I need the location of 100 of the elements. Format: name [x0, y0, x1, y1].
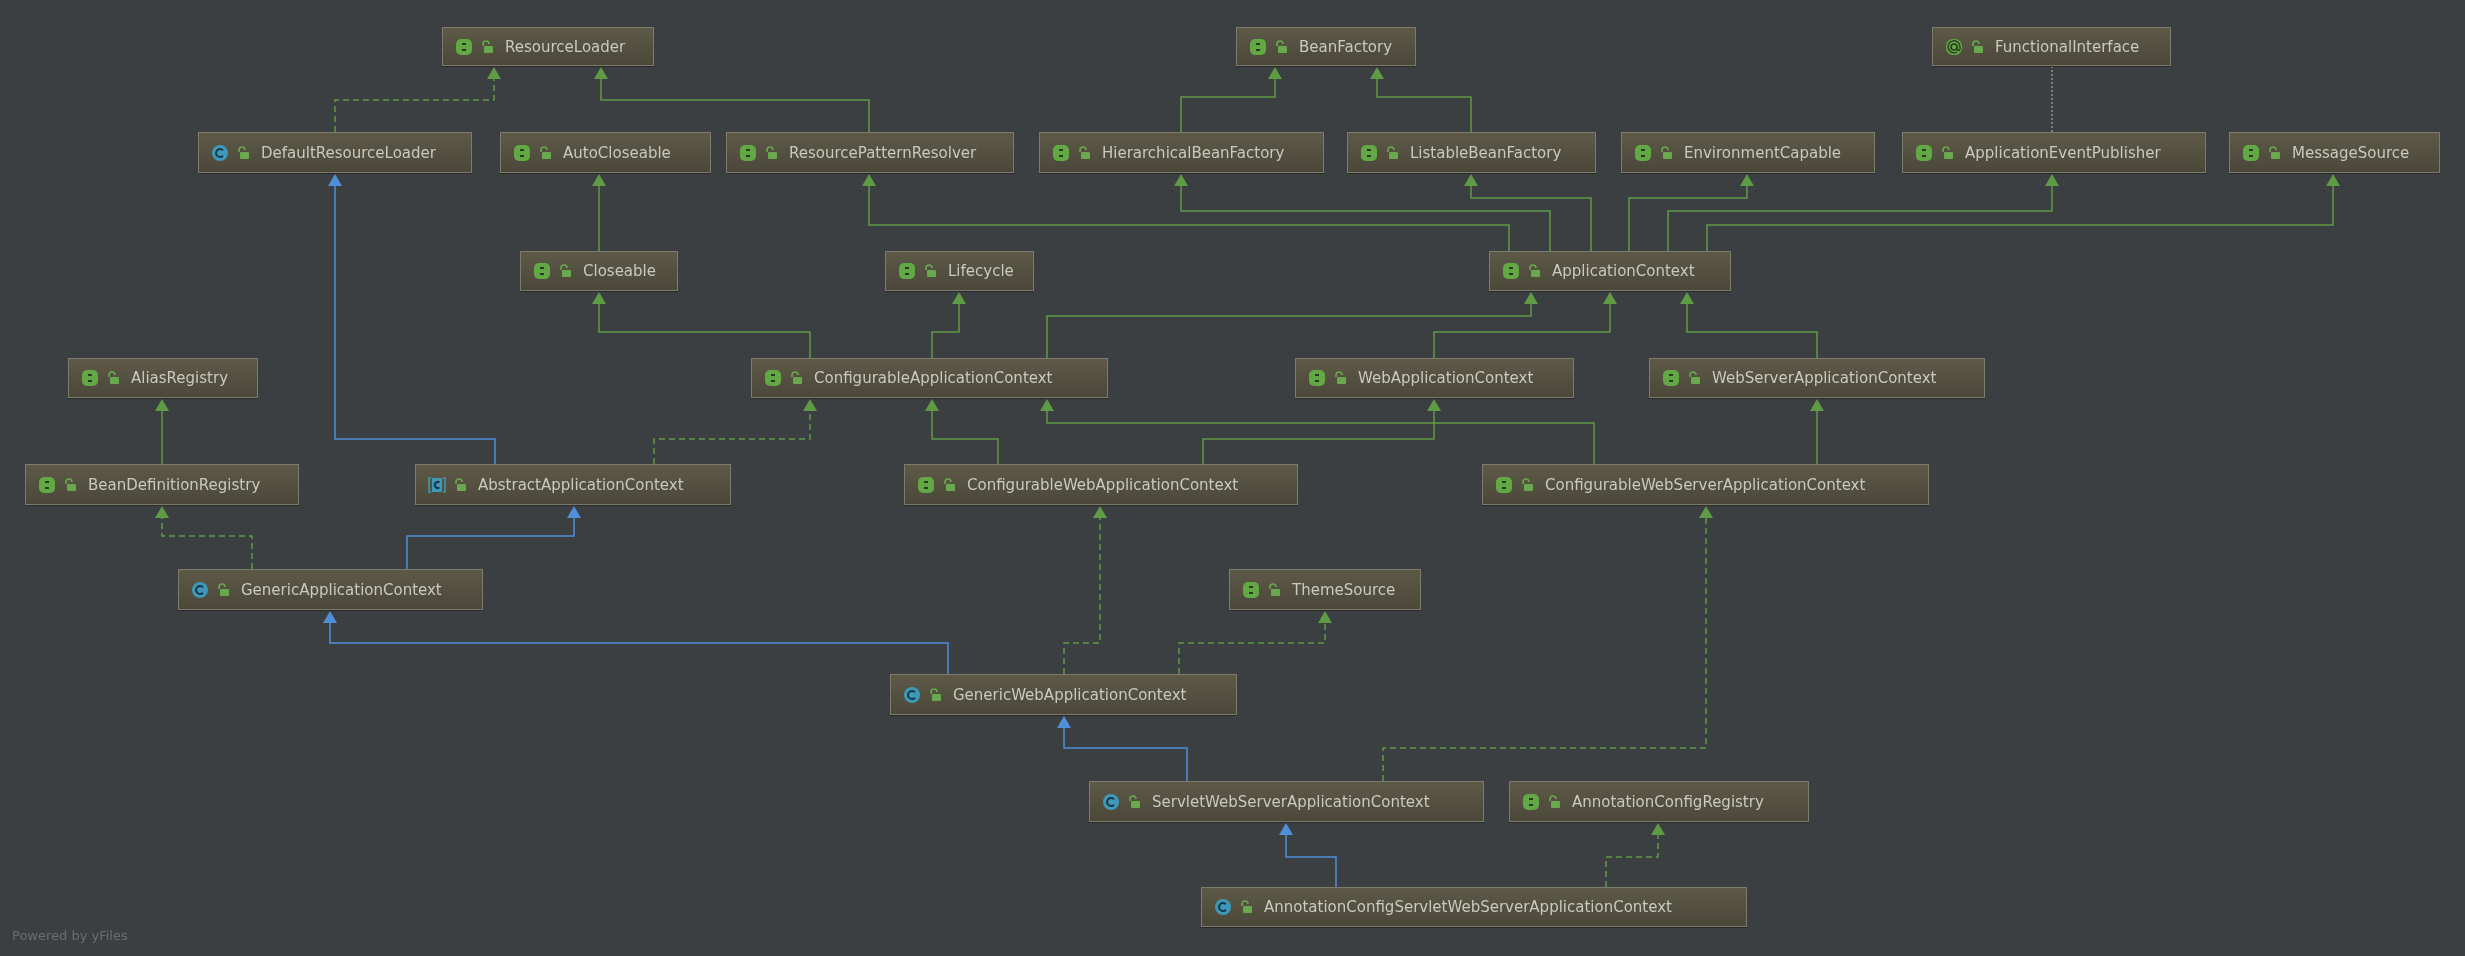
lock-icon [2267, 145, 2281, 160]
class-node[interactable]: WebApplicationContext [1295, 358, 1574, 398]
class-node[interactable]: Lifecycle [885, 251, 1034, 291]
lock-icon [1970, 39, 1984, 54]
class-node[interactable]: ResourceLoader [442, 27, 654, 66]
class-node[interactable]: WebServerApplicationContext [1649, 358, 1985, 398]
class-icon [903, 685, 921, 704]
lock-icon [1547, 794, 1561, 809]
class-name: ResourcePatternResolver [789, 143, 977, 162]
lock-icon [928, 687, 942, 702]
class-node[interactable]: GenericWebApplicationContext [890, 674, 1237, 715]
interface-icon [38, 475, 56, 494]
lock-icon [480, 39, 494, 54]
class-node[interactable]: ServletWebServerApplicationContext [1089, 781, 1484, 822]
interface-icon [1915, 143, 1933, 162]
interface-icon [739, 143, 757, 162]
class-node[interactable]: GenericApplicationContext [178, 569, 483, 610]
lock-icon [1659, 145, 1673, 160]
interface-icon [917, 475, 935, 494]
class-name: BeanDefinitionRegistry [88, 475, 261, 494]
lock-icon [1385, 145, 1399, 160]
interface-icon [1634, 143, 1652, 162]
class-name: AnnotationConfigServletWebServerApplicationContext [1264, 898, 1672, 916]
interface-icon [513, 143, 531, 162]
class-node[interactable]: BeanDefinitionRegistry [25, 464, 299, 505]
class-name: Lifecycle [948, 262, 1014, 280]
class-name: ConfigurableApplicationContext [814, 369, 1053, 387]
lock-icon [764, 145, 778, 160]
lock-icon [1274, 39, 1288, 54]
class-node[interactable]: ConfigurableApplicationContext [751, 358, 1108, 398]
class-name: ConfigurableWebApplicationContext [967, 475, 1239, 494]
class-node[interactable]: ResourcePatternResolver [726, 132, 1014, 173]
class-name: WebServerApplicationContext [1712, 369, 1937, 387]
class-node[interactable]: ApplicationEventPublisher [1902, 132, 2206, 173]
class-name: ConfigurableWebServerApplicationContext [1545, 475, 1866, 494]
abstract-class-icon [428, 475, 446, 494]
class-name: AnnotationConfigRegistry [1572, 792, 1764, 811]
lock-icon [1127, 794, 1141, 809]
class-name: ServletWebServerApplicationContext [1152, 792, 1430, 811]
class-node[interactable]: AnnotationConfigRegistry [1509, 781, 1809, 822]
lock-icon [1239, 900, 1253, 914]
interface-icon [1242, 580, 1260, 599]
class-node[interactable]: BeanFactory [1236, 27, 1416, 66]
interface-icon [898, 262, 916, 280]
class-node[interactable]: ListableBeanFactory [1347, 132, 1596, 173]
realization-arrow [1605, 823, 1665, 888]
lock-icon [216, 582, 230, 597]
interface-icon [1052, 143, 1070, 162]
class-name: ResourceLoader [505, 37, 626, 56]
class-node[interactable]: HierarchicalBeanFactory [1039, 132, 1324, 173]
class-name: GenericWebApplicationContext [953, 685, 1187, 704]
class-node[interactable]: AutoCloseable [500, 132, 711, 173]
lock-icon [1940, 145, 1954, 160]
lock-icon [789, 371, 803, 385]
class-name: Closeable [583, 262, 656, 280]
class-name: ThemeSource [1292, 580, 1396, 599]
lock-icon [1267, 582, 1281, 597]
class-name: DefaultResourceLoader [261, 143, 436, 162]
inheritance-arrow [1279, 823, 1337, 888]
class-name: AbstractApplicationContext [478, 475, 684, 494]
class-node[interactable]: EnvironmentCapable [1621, 132, 1875, 173]
class-name: ApplicationEventPublisher [1965, 143, 2161, 162]
class-node[interactable]: AbstractApplicationContext [415, 464, 731, 505]
interface-icon [1662, 369, 1680, 387]
class-name: GenericApplicationContext [241, 580, 442, 599]
class-name: AutoCloseable [563, 143, 671, 162]
interface-icon [1249, 37, 1267, 56]
class-name: FunctionalInterface [1995, 37, 2140, 56]
lock-icon [1333, 371, 1347, 385]
class-node[interactable]: ApplicationContext [1489, 251, 1731, 291]
lock-icon [538, 145, 552, 160]
interface-icon [455, 37, 473, 56]
class-node[interactable]: Closeable [520, 251, 678, 291]
inheritance-arrow [1810, 399, 1824, 465]
class-node[interactable]: ThemeSource [1229, 569, 1421, 610]
lock-icon [1520, 477, 1534, 492]
interface-icon [533, 262, 551, 280]
interface-icon [2242, 143, 2260, 162]
class-node[interactable]: AliasRegistry [68, 358, 258, 398]
class-node[interactable]: AnnotationConfigServletWebServerApplicationContext [1201, 887, 1747, 927]
interface-icon [1308, 369, 1326, 387]
lock-icon [1687, 371, 1701, 385]
class-node[interactable]: ConfigurableWebServerApplicationContext [1482, 464, 1929, 505]
lock-icon [453, 477, 467, 492]
interface-icon [1495, 475, 1513, 494]
class-node[interactable]: DefaultResourceLoader [198, 132, 472, 173]
class-node[interactable]: ConfigurableWebApplicationContext [904, 464, 1298, 505]
class-name: MessageSource [2292, 143, 2410, 162]
lock-icon [558, 264, 572, 278]
inheritance-arrow [155, 399, 169, 465]
lock-icon [1077, 145, 1091, 160]
class-icon [1214, 898, 1232, 916]
class-name: HierarchicalBeanFactory [1102, 143, 1285, 162]
class-node[interactable]: MessageSource [2229, 132, 2440, 173]
lock-icon [236, 145, 250, 160]
class-node[interactable]: FunctionalInterface [1932, 27, 2171, 66]
interface-icon [1522, 792, 1540, 811]
interface-icon [81, 369, 99, 387]
class-icon [211, 143, 229, 162]
class-name: WebApplicationContext [1358, 369, 1534, 387]
